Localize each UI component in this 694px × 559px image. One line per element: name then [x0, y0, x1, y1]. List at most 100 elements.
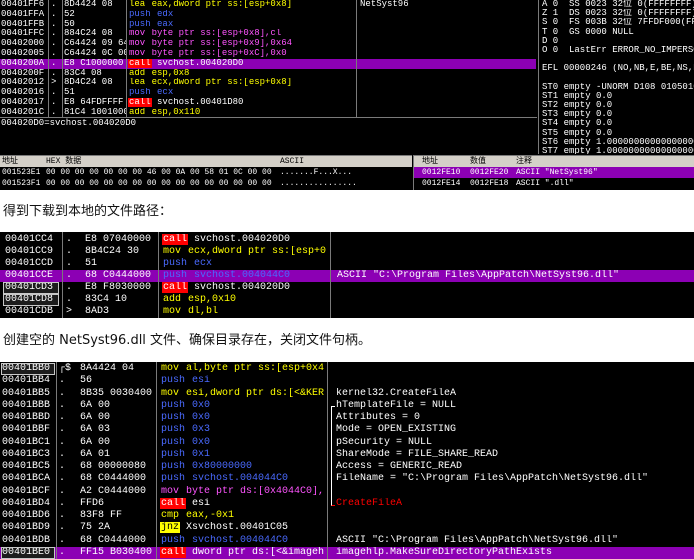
- register-line[interactable]: ST1 empty 0.0: [542, 92, 694, 101]
- register-line[interactable]: ST6 empty 1.0000000000000000000: [542, 138, 694, 147]
- disasm-row[interactable]: 00401BB4. 56 push esi: [0, 375, 694, 387]
- disasm-row[interactable]: 00401CCE. 68 C0444000 push svchost.004044C…: [0, 270, 694, 282]
- disasm-row[interactable]: 00402017. E8 64FDFFFF call svchost.00401D8…: [0, 97, 536, 108]
- disasm-row[interactable]: 00401CD3. E8 F8030000 call svchost.004020D…: [0, 282, 694, 294]
- column-divider: [158, 232, 159, 318]
- register-line[interactable]: ST4 empty 0.0: [542, 119, 694, 128]
- dump-header-address[interactable]: 地址: [2, 156, 18, 167]
- hex-bytes-cell: C64424 09 64: [64, 39, 126, 49]
- disasm-row[interactable]: 00401BBD. 6A 00 push 0x0 Attributes = 0: [0, 412, 694, 424]
- disasm-row[interactable]: 00401BBF. 6A 03 push 0x3 Mode = OPEN_EXISTI…: [0, 424, 694, 436]
- mnemonic: call: [160, 546, 187, 558]
- instruction-cell: call svchost.004020D0: [162, 282, 328, 294]
- register-line[interactable]: ST5 empty 0.0: [542, 129, 694, 138]
- disasm-row[interactable]: 0040201C. 81C4 1001000 add esp,0x110: [0, 108, 536, 117]
- disasm-row[interactable]: 00401BC1. 6A 00 push 0x0 pSecurity = NULL: [0, 437, 694, 449]
- register-line[interactable]: ST7 empty 1.0000000000000000000: [542, 147, 694, 154]
- hex-bytes-cell: 6A 00: [80, 436, 111, 448]
- register-line[interactable]: T 0 GS 0000 NULL: [542, 28, 694, 37]
- register-line[interactable]: A 0 SS 0023 32位 0(FFFFFFFF): [542, 0, 694, 9]
- address-cell: 00401BBD: [2, 412, 51, 423]
- operands: 0x0: [192, 412, 211, 423]
- mnemonic: push: [161, 436, 186, 448]
- column-divider: [62, 232, 63, 318]
- disasm-row[interactable]: 00401BE0. FF15 B030400 call dword ptr ds:[…: [0, 546, 694, 559]
- dump-row[interactable]: 001523E1 00 00 00 00 00 00 00 46 00 0A 00…: [0, 167, 412, 178]
- jump-marker: .: [59, 387, 66, 399]
- column-divider: [48, 0, 49, 117]
- disasm-row[interactable]: 00401BB0 ┌$ 8A4424 04 mov al,byte ptr ss:[e…: [0, 363, 694, 376]
- stack-header-address[interactable]: 地址: [422, 156, 438, 167]
- register-line[interactable]: [542, 55, 694, 64]
- disasm-row[interactable]: 0040200A. E8 C1000000 call svchost.004020D…: [0, 58, 536, 69]
- instruction-cell: push esi: [160, 375, 326, 387]
- disasm-row[interactable]: 00402016. 51 push ecx: [0, 88, 536, 98]
- debugger-window-2: 00401CC4. E8 07040000 call svchost.004020D…: [0, 232, 694, 318]
- disasm-row[interactable]: 00402000. C64424 09 64 mov byte ptr ss:[es…: [0, 39, 536, 49]
- register-line[interactable]: ST3 empty 0.0: [542, 110, 694, 119]
- disasm-row[interactable]: 00401BCF. A2 C0444000 mov byte ptr ds:[0x4…: [0, 486, 694, 498]
- register-line[interactable]: Z 1 DS 0023 32位 0(FFFFFFFF): [542, 9, 694, 18]
- stack-row[interactable]: 0012FE10 0012FE20 ASCII "NetSyst96": [414, 167, 694, 178]
- disasm-row[interactable]: 00401CDB >8AD3 mov dl,bl: [0, 306, 694, 318]
- stack-pane: 地址 数值 注释 0012FE10 0012FE20 ASCII "NetSyst9…: [413, 155, 694, 190]
- mnemonic: push: [129, 88, 151, 98]
- dump-header-ascii[interactable]: ASCII: [280, 156, 304, 167]
- disasm-row[interactable]: 00401CC4. E8 07040000 call svchost.004020D…: [0, 234, 694, 246]
- address-cell: 00401FFB: [1, 19, 45, 29]
- address-cell: 00401CC9: [5, 246, 54, 257]
- disasm-row[interactable]: 00401CC9. 8B4C24 30 mov ecx,dword ptr ss:[…: [0, 246, 694, 258]
- operands: esp,0x110: [151, 107, 201, 117]
- register-line[interactable]: ST2 empty 0.0: [542, 101, 694, 110]
- disasm-row[interactable]: 00401BBB. 6A 00 push 0x0 hTemplateFile = NU…: [0, 400, 694, 412]
- disasm-row[interactable]: 00401CD8. 83C4 10 add esp,0x10: [0, 294, 694, 306]
- register-line[interactable]: [542, 74, 694, 83]
- mnemonic: push: [129, 19, 151, 29]
- disasm-row[interactable]: 00401BD9. 75 2A jnz Xsvchost.00401C05: [0, 522, 694, 534]
- register-line[interactable]: EFL 00000246 (NO,NB,E,BE,NS,PE,: [542, 64, 694, 73]
- disasm-row[interactable]: 00401CCD. 51 push ecx: [0, 258, 694, 270]
- hex-bytes-cell: 8B4C24 30: [85, 246, 140, 257]
- register-line[interactable]: D 0: [542, 37, 694, 46]
- instruction-cell: push svchost.004044C0: [160, 473, 326, 485]
- disasm-row[interactable]: 00401BD4. FFD6 call esi CreateFileA: [0, 497, 694, 510]
- caption-file-path: 得到下载到本地的文件路径：: [3, 204, 173, 219]
- register-line[interactable]: ST0 empty -UNORM D108 01050104: [542, 83, 694, 92]
- jump-marker: .: [51, 0, 57, 9]
- dump-header-hex[interactable]: HEX 数据: [46, 156, 81, 167]
- mnemonic: add: [129, 68, 146, 78]
- address-cell: 00401BCA: [2, 473, 51, 485]
- stack-comment: ASCII ".dll": [516, 179, 574, 188]
- hex-bytes-cell: 50: [64, 19, 75, 29]
- hex-bytes-cell: 8B35 0030400: [80, 387, 153, 399]
- jump-marker: .: [66, 294, 73, 305]
- disasm-row[interactable]: 00401BCA. 68 C0444000 push svchost.004044C…: [0, 473, 694, 485]
- hex-bytes-cell: E8 F8030000: [85, 282, 152, 293]
- disasm-row[interactable]: 0040200F. 83C4 08 add esp,0x8: [0, 69, 536, 79]
- disasm-row[interactable]: 00401BC3. 6A 01 push 0x1 ShareMode = FILE_S…: [0, 449, 694, 461]
- address-cell: 0040200A: [1, 58, 45, 68]
- disasm-row[interactable]: 00402012 >8D4C24 08 lea ecx,dword ptr ss:[…: [0, 78, 536, 88]
- disasm-row[interactable]: 00401FFC. 884C24 08 mov byte ptr ss:[esp+0…: [0, 29, 536, 39]
- disasm-row[interactable]: 00401BD6. 83F8 FF cmp eax,-0x1: [0, 510, 694, 522]
- stack-row[interactable]: 0012FE14 0012FE18 ASCII ".dll": [414, 178, 694, 189]
- disasm-row[interactable]: 00401BB5. 8B35 0030400 mov esi,dword ptr d…: [0, 388, 694, 400]
- disasm-row[interactable]: 00401FFB. 50 push eax: [0, 20, 536, 30]
- register-line[interactable]: S 0 FS 003B 32位 7FFDF000(FFF): [542, 18, 694, 27]
- register-line[interactable]: O 0 LastErr ERROR_NO_IMPERSONA: [542, 46, 694, 55]
- address-cell: 00401CC4: [5, 234, 54, 245]
- disasm-row[interactable]: 00401FFA. 52 push edx: [0, 10, 536, 20]
- disasm-row[interactable]: 00402005. C64424 0C 00 mov byte ptr ss:[es…: [0, 49, 536, 59]
- disasm-row[interactable]: 00401FF6. 8D4424 08 lea eax,dword ptr ss:[…: [0, 0, 536, 10]
- dump-row[interactable]: 001523F1 00 00 00 00 00 00 00 00 00 00 00…: [0, 178, 412, 189]
- disasm-row[interactable]: 00401BC5. 68 00000080 push 0x80000000 Acces…: [0, 461, 694, 473]
- address-cell: 00401BC3: [2, 448, 51, 460]
- disasm-row[interactable]: 00401BDB. 68 C0444000 push svchost.004044C…: [0, 535, 694, 547]
- instruction-cell: add esp,0x8: [128, 69, 354, 79]
- stack-header-comment[interactable]: 注释: [516, 156, 532, 167]
- jump-marker: .: [66, 282, 73, 293]
- mnemonic: push: [161, 424, 186, 436]
- jump-marker: .: [51, 39, 57, 49]
- stack-header-value[interactable]: 数值: [470, 156, 486, 167]
- hex-bytes-cell: E8 07040000: [85, 234, 152, 245]
